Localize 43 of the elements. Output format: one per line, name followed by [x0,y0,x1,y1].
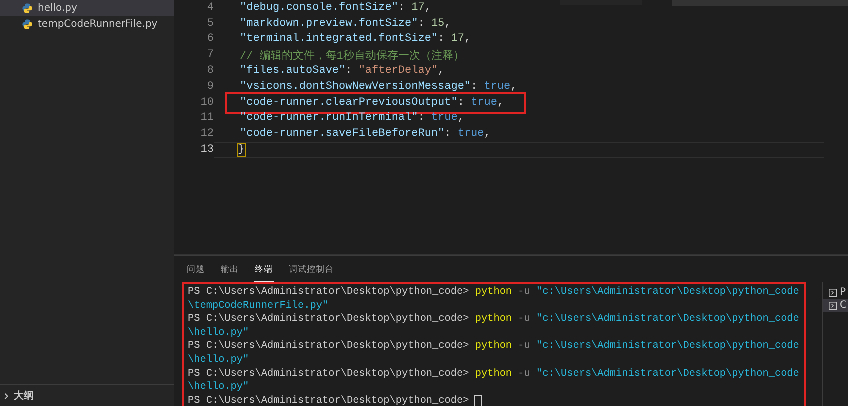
code-line: "vsicons.dontShowNewVersionMessage": true, [240,80,518,93]
terminal-cursor [474,395,482,406]
terminal-line: \hello.py" [188,381,250,395]
panel-tab[interactable]: 输出 [220,262,240,282]
code-line: "markdown.preview.fontSize": 15, [240,18,452,30]
code-line: // 编辑的文件，每1秒自动保存一次（注释） [240,48,466,63]
file-item[interactable]: hello.py [0,0,174,16]
terminal-line: \tempCodeRunnerFile.py" [188,300,330,314]
terminal-line: PS C:\Users\Administrator\Desktop\python_code> python -u "c:\Users\Administrator\Desktop\python_code [188,313,800,327]
terminal-line: PS C:\Users\Administrator\Desktop\python_code> python -u "c:\Users\Administrator\Desktop\python_code [188,368,800,382]
terminal-list-item[interactable]: C [823,299,848,312]
line-number: 8 [206,65,214,78]
panel-tab[interactable]: 调试控制台 [288,262,335,282]
line-number: 12 [200,128,214,140]
terminal-icon [829,302,837,310]
terminal-list-item[interactable]: P [823,286,848,299]
code-line: } [237,144,246,156]
code-line: "files.autoSave": "afterDelay", [240,65,446,78]
code-line: "code-runner.saveFileBeforeRun": true, [240,128,492,140]
line-number: 13 [200,144,214,156]
line-number: 10 [200,96,214,109]
chevron-icon [3,392,10,400]
code-line: "debug.console.fontSize": 17, [240,2,432,14]
line-number: 5 [206,18,214,30]
code-line: "code-runner.clearPreviousOutput": true, [227,94,524,112]
line-number: 7 [206,49,214,62]
terminal-line: PS C:\Users\Administrator\Desktop\python_code> python -u "c:\Users\Administrator\Desktop\python_code [188,340,800,354]
line-number: 11 [200,112,214,124]
python-file-icon [22,2,33,14]
panel-tab[interactable]: 问题 [186,262,206,282]
terminal-prompt: PS C:\Users\Administrator\Desktop\python_code> [188,394,470,406]
file-item[interactable]: tempCodeRunnerFile.py [0,16,174,32]
code-line: "code-runner.runInTerminal": true, [240,112,466,124]
panel-tab[interactable]: 终端 [254,262,274,282]
terminal-line: PS C:\Users\Administrator\Desktop\python_code> python -u "c:\Users\Administrator\Desktop\python_code [188,286,800,300]
line-number: 6 [206,33,214,46]
terminal-icon [829,288,837,296]
line-number: 4 [206,2,214,14]
code-line: "terminal.integrated.fontSize": 17, [240,33,472,46]
line-number: 9 [206,80,214,93]
python-file-icon [22,18,33,30]
terminal-line: \hello.py" [188,354,250,368]
terminal-line: \hello.py" [188,326,250,340]
